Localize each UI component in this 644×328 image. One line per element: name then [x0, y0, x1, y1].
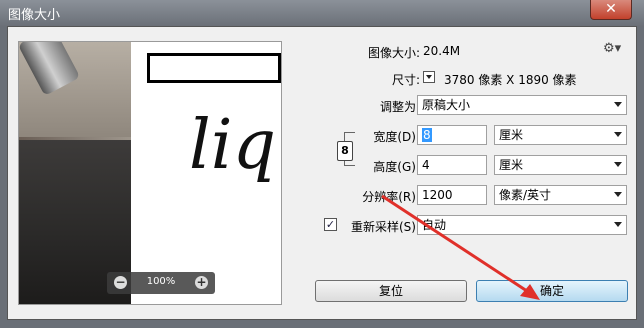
resolution-input[interactable]: 1200	[417, 185, 487, 205]
dialog-window: 图像大小 ✕ liq − 100% + ⚙▾ 图像大小: 20.4M 尺寸: 3…	[0, 0, 644, 328]
height-input[interactable]: 4	[417, 155, 487, 175]
close-button[interactable]: ✕	[590, 0, 632, 20]
resolution-label: 分辨率(R):	[362, 190, 420, 204]
gear-icon[interactable]: ⚙▾	[603, 41, 621, 56]
preview-document-text: liq	[189, 106, 277, 185]
fit-to-label: 调整为:	[379, 100, 420, 114]
chevron-down-icon	[614, 162, 622, 167]
ok-button[interactable]: 确定	[476, 280, 628, 302]
title-bar: 图像大小 ✕	[0, 0, 644, 26]
resample-checkbox[interactable]: ✓	[324, 218, 337, 231]
width-input[interactable]: 8	[417, 125, 487, 145]
zoom-control: − 100% +	[107, 272, 215, 294]
resolution-unit-value: 像素/英寸	[499, 188, 552, 202]
chevron-down-icon	[614, 192, 622, 197]
zoom-out-icon[interactable]: −	[114, 276, 127, 289]
window-title: 图像大小	[8, 8, 61, 23]
chevron-down-icon	[614, 222, 622, 227]
image-size-value: 20.4M	[423, 44, 461, 58]
height-label: 高度(G):	[373, 160, 420, 174]
zoom-in-icon[interactable]: +	[195, 276, 208, 289]
image-preview[interactable]: liq − 100% +	[18, 41, 282, 305]
dimensions-unit-dropdown[interactable]	[423, 71, 435, 83]
reset-button[interactable]: 复位	[315, 280, 467, 302]
dialog-body: liq − 100% + ⚙▾ 图像大小: 20.4M 尺寸: 3780 像素 …	[7, 26, 637, 320]
width-unit-value: 厘米	[499, 128, 524, 142]
fit-to-value: 原稿大小	[422, 98, 471, 112]
resample-dropdown[interactable]: 自动	[417, 215, 627, 235]
height-unit-dropdown[interactable]: 厘米	[494, 155, 627, 175]
chevron-down-icon	[614, 102, 622, 107]
zoom-level: 100%	[146, 276, 176, 287]
chevron-down-icon	[614, 132, 622, 137]
resample-label: 重新采样(S):	[350, 220, 420, 234]
height-unit-value: 厘米	[499, 158, 524, 172]
width-label: 宽度(D):	[373, 130, 420, 144]
width-unit-dropdown[interactable]: 厘米	[494, 125, 627, 145]
resample-value: 自动	[422, 218, 447, 232]
height-value: 4	[422, 158, 430, 172]
fit-to-dropdown[interactable]: 原稿大小	[417, 95, 627, 115]
dimensions-label: 尺寸:	[391, 73, 420, 87]
dimensions-value: 3780 像素 X 1890 像素	[444, 73, 577, 87]
resolution-value: 1200	[422, 188, 453, 202]
width-value: 8	[422, 128, 432, 142]
resolution-unit-dropdown[interactable]: 像素/英寸	[494, 185, 627, 205]
preview-document-box	[147, 53, 281, 83]
image-size-label: 图像大小:	[367, 46, 420, 60]
